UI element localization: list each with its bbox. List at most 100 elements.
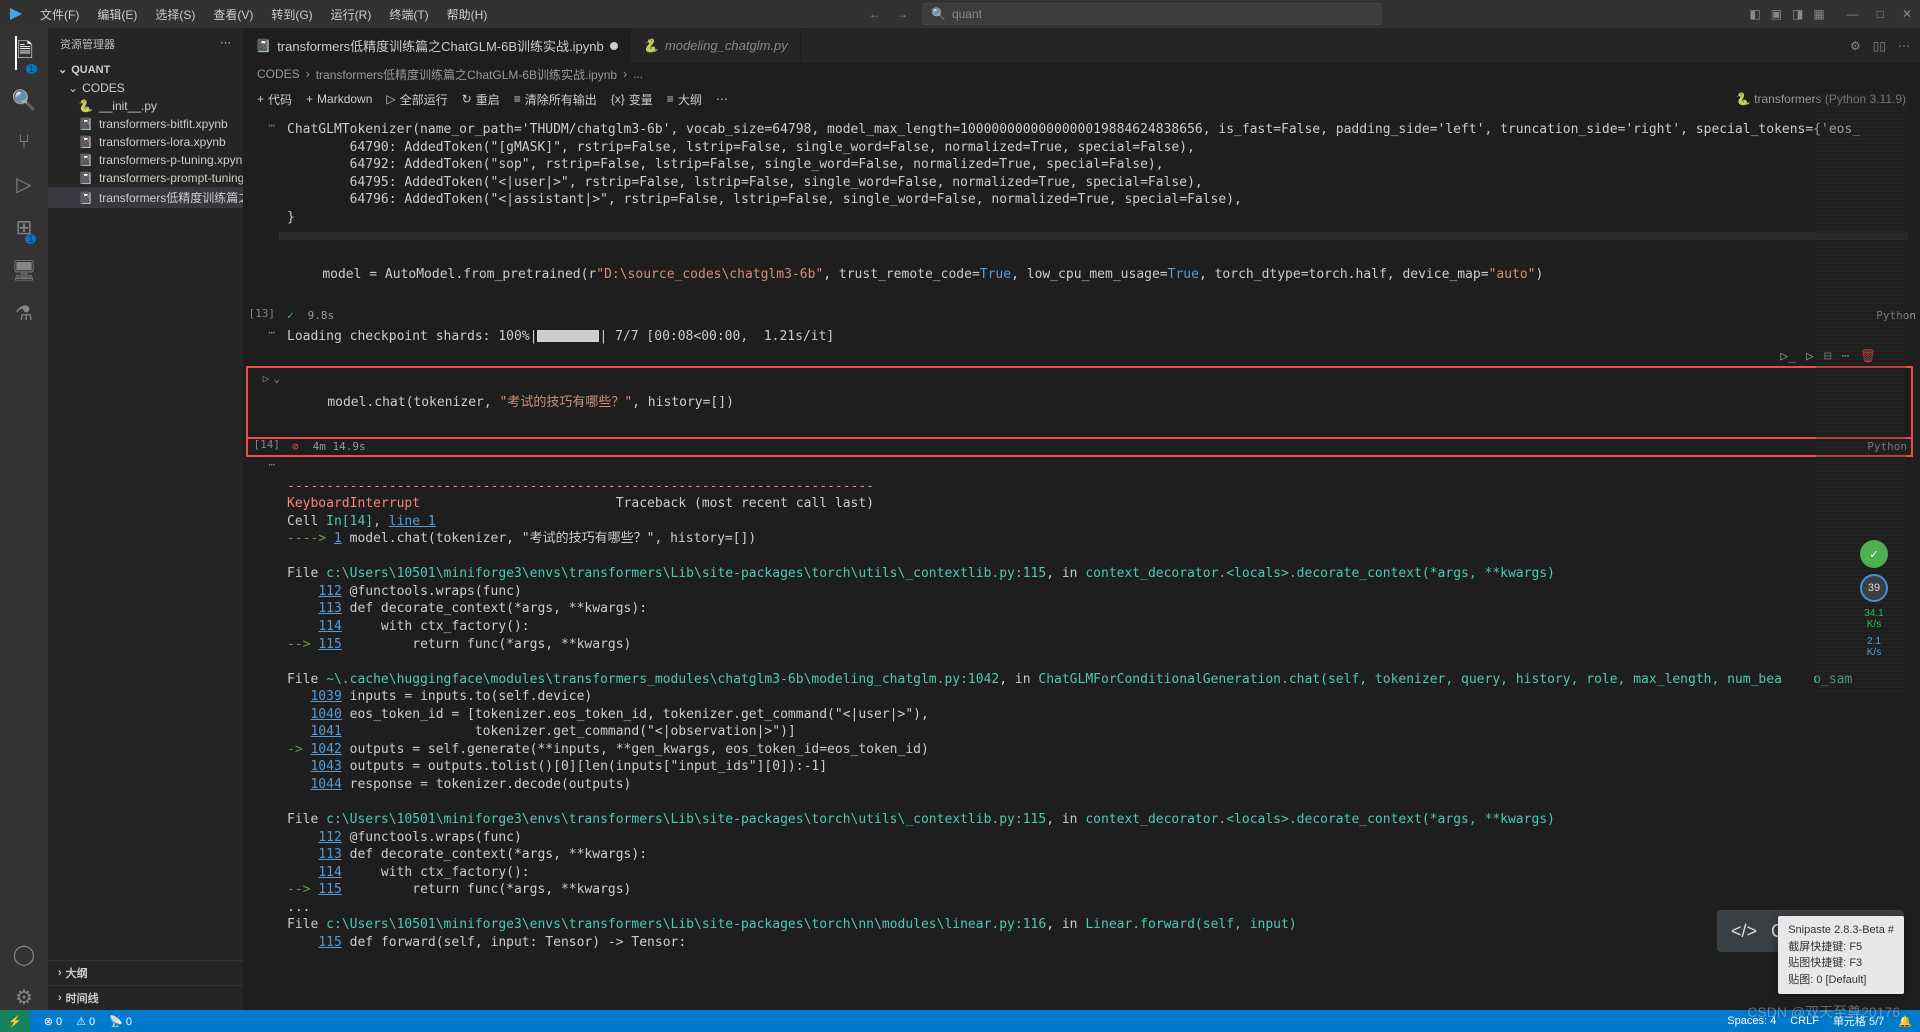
menu-edit[interactable]: 编辑(E) [89, 2, 145, 27]
chevron-down-icon: ⌄ [68, 81, 78, 95]
active-cell[interactable]: ▷⌄ model.chat(tokenizer, "考试的技巧有哪些？", hi… [247, 367, 1912, 438]
run-by-line-icon[interactable]: ▷̲ [1780, 349, 1796, 364]
exec-count-14: [14] [248, 438, 288, 455]
more-icon[interactable]: ⋯ [220, 36, 231, 52]
notebook-icon: 📓 [78, 117, 93, 131]
remote-indicator[interactable]: ⚡ [0, 1010, 30, 1032]
output-scrollbar[interactable] [279, 232, 1908, 240]
layout-icon-2[interactable]: ▣ [1771, 7, 1782, 21]
run-cell-icon[interactable]: ▷ [263, 372, 270, 433]
execute-cell-icon[interactable]: ▷ [1806, 349, 1814, 364]
file-item[interactable]: 🐍__init__.py [48, 97, 243, 115]
menu-view[interactable]: 查看(V) [205, 2, 261, 27]
code-model-chat[interactable]: model.chat(tokenizer, "考试的技巧有哪些？", histo… [288, 372, 1911, 433]
menu-selection[interactable]: 选择(S) [147, 2, 203, 27]
layout-icon-4[interactable]: ▦ [1813, 7, 1824, 21]
restart-button[interactable]: ↻ 重启 [462, 91, 500, 108]
menu-go[interactable]: 转到(G) [263, 2, 320, 27]
chevron-right-icon: › [58, 992, 62, 1004]
file-item[interactable]: 📓transformers-prompt-tuning.xpynb [48, 169, 243, 187]
editor-area: 📓transformers低精度训练篇之ChatGLM-6B训练实战.ipynb… [243, 28, 1920, 1010]
outline-button[interactable]: ≡ 大纲 [667, 91, 702, 108]
maximize-button[interactable]: □ [1877, 7, 1884, 21]
layout-icon-3[interactable]: ◨ [1792, 7, 1803, 21]
workspace-root[interactable]: ⌄QUANT [48, 60, 243, 79]
ports-count[interactable]: 📡 0 [109, 1015, 132, 1028]
tab-modeling[interactable]: 🐍modeling_chatglm.py [631, 28, 801, 63]
timeline-section[interactable]: ›时间线 [48, 985, 243, 1010]
notebook-icon: 📓 [78, 171, 93, 185]
notebook-icon: 📓 [78, 191, 93, 205]
speed-badge[interactable]: 39 [1860, 574, 1888, 602]
settings-icon[interactable]: ⚙ [15, 985, 33, 1010]
extensions-icon[interactable]: ⊞1 [16, 215, 33, 240]
progress-bar [537, 330, 599, 342]
minimize-button[interactable]: — [1847, 7, 1859, 21]
run-all-button[interactable]: ▷ 全部运行 [386, 91, 447, 108]
menu-terminal[interactable]: 终端(T) [381, 2, 436, 27]
variables-button[interactable]: {x} 变量 [611, 91, 653, 108]
chevron-right-icon: › [58, 967, 62, 979]
testing-icon[interactable]: ⚗ [15, 301, 33, 326]
outline-section[interactable]: ›大纲 [48, 960, 243, 985]
cell-collapse-icon[interactable]: ⋯ [243, 119, 283, 228]
chevron-down-icon[interactable]: ⌄ [273, 372, 280, 433]
net-up: 34.1K/s [1864, 608, 1883, 630]
chevron-down-icon: ⌄ [58, 63, 67, 76]
exec-count-13: [13] [243, 307, 283, 324]
notifications[interactable]: 🔔 [1898, 1015, 1912, 1028]
status-bar: ⚡ ⊗ 0 ⚠ 0 📡 0 Spaces: 4 CRLF 单元格 5/7 🔔 [0, 1010, 1920, 1032]
shield-badge[interactable]: ✓ [1860, 540, 1888, 568]
tab-notebook[interactable]: 📓transformers低精度训练篇之ChatGLM-6B训练实战.ipynb [243, 28, 631, 63]
notebook-body[interactable]: ⋯ ChatGLMTokenizer(name_or_path='THUDM/c… [243, 113, 1920, 1010]
warnings-count[interactable]: ⚠ 0 [76, 1015, 95, 1028]
notebook-icon: 📓 [78, 153, 93, 167]
close-button[interactable]: ✕ [1902, 7, 1912, 21]
python-icon: 🐍 [78, 99, 93, 113]
code-model-load[interactable]: model = AutoModel.from_pretrained(r"D:\s… [283, 244, 1920, 305]
menu-run[interactable]: 运行(R) [323, 2, 380, 27]
cell-status-14: ⊘4m 14.9s Python [288, 438, 1911, 455]
traceback-output: ----------------------------------------… [283, 458, 1920, 971]
modified-dot-icon [610, 42, 618, 50]
breadcrumb[interactable]: CODES › transformers低精度训练篇之ChatGLM-6B训练实… [243, 63, 1920, 85]
menu-file[interactable]: 文件(F) [32, 2, 87, 27]
gear-icon[interactable]: ⚙ [1850, 39, 1861, 53]
clear-output-button[interactable]: ≡ 清除所有输出 [514, 91, 597, 108]
sidebar-title: 资源管理器 [60, 36, 115, 52]
add-code-button[interactable]: + 代码 [257, 91, 292, 108]
command-center-search[interactable]: 🔍 quant [922, 3, 1382, 25]
cell-collapse-icon[interactable]: ⋯ [243, 326, 283, 348]
editor-tabs: 📓transformers低精度训练篇之ChatGLM-6B训练实战.ipynb… [243, 28, 1920, 63]
errors-count[interactable]: ⊗ 0 [44, 1015, 62, 1028]
more-icon[interactable]: ⋯ [716, 92, 728, 106]
watermark: CSDN @双天至尊20176 [1747, 1002, 1900, 1022]
file-item[interactable]: 📓transformers-p-tuning.xpynb [48, 151, 243, 169]
menu-help[interactable]: 帮助(H) [439, 2, 496, 27]
add-markdown-button[interactable]: + Markdown [306, 92, 372, 106]
file-item[interactable]: 📓transformers-lora.xpynb [48, 133, 243, 151]
source-control-icon[interactable]: ⑂ [18, 131, 30, 154]
layout-icon-1[interactable]: ◧ [1749, 7, 1760, 21]
remote-icon[interactable]: 🖥 [11, 258, 36, 283]
search-icon[interactable]: 🔍 [12, 88, 37, 113]
more-icon[interactable]: ⋯ [1898, 39, 1910, 53]
search-icon: 🔍 [931, 7, 946, 21]
vscode-logo-icon [8, 6, 24, 22]
explorer-icon[interactable]: 🗎1 [15, 36, 33, 70]
menu-bar: 文件(F) 编辑(E) 选择(S) 查看(V) 转到(G) 运行(R) 终端(T… [32, 2, 495, 27]
file-item[interactable]: 📓transformers低精度训练篇之ChatG... [48, 187, 243, 208]
file-item[interactable]: 📓transformers-bitfit.xpynb [48, 115, 243, 133]
forward-icon[interactable]: → [890, 7, 914, 21]
cell-collapse-icon[interactable]: ⋯ [243, 458, 283, 971]
back-icon[interactable]: ← [863, 7, 887, 21]
output-tokenizer: ChatGLMTokenizer(name_or_path='THUDM/cha… [283, 119, 1920, 228]
net-down: 2.1K/s [1867, 636, 1881, 658]
code-icon: </> [1731, 921, 1757, 942]
folder-codes[interactable]: ⌄CODES [48, 79, 243, 97]
run-debug-icon[interactable]: ▷ [16, 172, 31, 197]
account-icon[interactable]: ◯ [13, 942, 35, 967]
cell-status-13: ✓9.8s Python [283, 307, 1920, 324]
output-shards: Loading checkpoint shards: 100%|| 7/7 [0… [283, 326, 1920, 348]
split-editor-icon[interactable]: ▯▯ [1873, 39, 1886, 53]
